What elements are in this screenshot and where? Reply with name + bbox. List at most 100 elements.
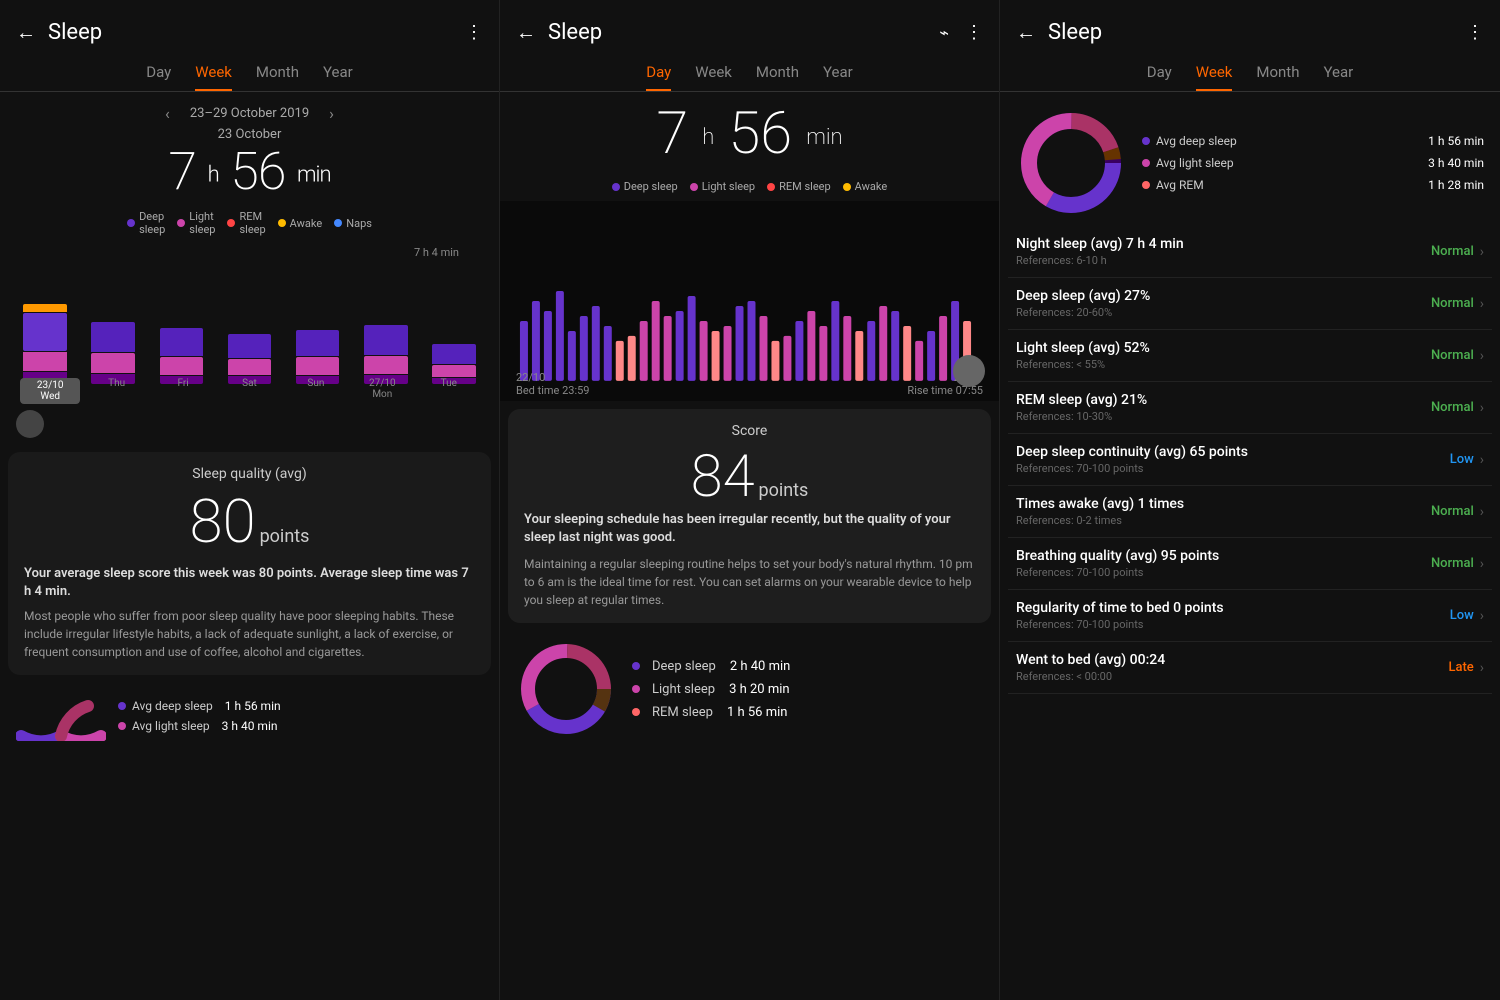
bar-5[interactable] <box>287 244 349 384</box>
p2-sleep-duration: 7 h 56 min <box>500 100 999 168</box>
dl-deep-dot <box>118 702 126 710</box>
metric-light-ref: References: < 55% <box>1016 358 1431 371</box>
p2-deep-dot <box>612 183 620 191</box>
legend-deep: Deepsleep <box>127 210 165 236</box>
slider-thumb[interactable] <box>16 410 44 438</box>
bed-time-label: 22/10Bed time 23:59 <box>516 371 590 397</box>
sleep-legend: Deepsleep Lightsleep REMsleep Awake Naps <box>0 202 499 244</box>
metric-rem-right: Normal › <box>1431 400 1484 416</box>
p3-light-val: 3 h 40 min <box>1428 156 1484 170</box>
prev-arrow[interactable]: ‹ <box>165 104 170 123</box>
metric-deep-sleep[interactable]: Deep sleep (avg) 27% References: 20-60% … <box>1008 278 1492 330</box>
date-label-5: Sun <box>286 378 346 404</box>
metric-reg-right: Low › <box>1450 608 1484 624</box>
p2-menu-icon[interactable]: ⋮ <box>965 22 983 43</box>
tab-day-p1[interactable]: Day <box>146 63 171 91</box>
p3-dl-light-inner: Avg light sleep <box>1142 156 1234 170</box>
bar-2[interactable] <box>82 244 144 384</box>
p2-dl-rem: REM sleep 1 h 56 min <box>632 705 790 720</box>
score-unit: points <box>260 526 310 547</box>
chevron-light: › <box>1480 348 1484 364</box>
metric-bedtime-right: Late › <box>1448 660 1484 676</box>
bar-1[interactable] <box>14 244 76 384</box>
light-label: Lightsleep <box>189 210 215 236</box>
metric-light-sleep[interactable]: Light sleep (avg) 52% References: < 55% … <box>1008 330 1492 382</box>
chevron-night: › <box>1480 244 1484 260</box>
tab-day-p3[interactable]: Day <box>1147 63 1172 91</box>
metric-deep-ref: References: 20-60% <box>1016 306 1431 319</box>
p3-title: Sleep <box>1048 20 1102 45</box>
score-main-text: Your average sleep score this week was 8… <box>24 565 475 601</box>
date-range: 23–29 October 2019 <box>190 106 309 121</box>
metric-light-title: Light sleep (avg) 52% <box>1016 340 1431 356</box>
metric-times-awake[interactable]: Times awake (avg) 1 times References: 0-… <box>1008 486 1492 538</box>
tab-year-p3[interactable]: Year <box>1323 63 1353 91</box>
metrics-list: Night sleep (avg) 7 h 4 min References: … <box>1000 226 1500 694</box>
metric-breathing[interactable]: Breathing quality (avg) 95 points Refere… <box>1008 538 1492 590</box>
sub-date: 23 October <box>0 127 499 142</box>
legend-rem: REMsleep <box>227 210 265 236</box>
chevron-rem: › <box>1480 400 1484 416</box>
metric-night-left: Night sleep (avg) 7 h 4 min References: … <box>1016 236 1431 267</box>
p3-menu-icon[interactable]: ⋮ <box>1466 22 1484 43</box>
back-button[interactable]: ← <box>16 20 36 45</box>
tab-week-p3[interactable]: Week <box>1196 63 1233 91</box>
p3-light-dot <box>1142 159 1150 167</box>
metric-regularity[interactable]: Regularity of time to bed 0 points Refer… <box>1008 590 1492 642</box>
awake-dot <box>278 219 286 227</box>
p2-legend-rem: REM sleep <box>767 180 831 193</box>
metric-bedtime-left: Went to bed (avg) 00:24 References: < 00… <box>1016 652 1448 683</box>
metric-deep-cont-right: Low › <box>1450 452 1484 468</box>
light-dot <box>177 219 185 227</box>
tab-day-p2[interactable]: Day <box>646 63 671 91</box>
metric-deep-cont[interactable]: Deep sleep continuity (avg) 65 points Re… <box>1008 434 1492 486</box>
tab-week-p2[interactable]: Week <box>695 63 732 91</box>
panel-day-detail: ← Sleep ⌁ ⋮ Day Week Month Year 7 h 56 m… <box>500 0 1000 1000</box>
metric-night-sleep[interactable]: Night sleep (avg) 7 h 4 min References: … <box>1008 226 1492 278</box>
minutes-unit: min <box>297 162 331 187</box>
drag-handle[interactable] <box>953 355 985 387</box>
metric-rem-left: REM sleep (avg) 21% References: 10-30% <box>1016 392 1431 423</box>
chevron-reg: › <box>1480 608 1484 624</box>
hours-value: 7 <box>168 141 196 202</box>
p2-legend-light: Light sleep <box>690 180 755 193</box>
bar-6[interactable] <box>355 244 417 384</box>
score-label: Sleep quality (avg) <box>24 466 475 482</box>
date-label-7: Tue <box>419 378 479 404</box>
bar-7[interactable] <box>423 244 485 384</box>
slider-indicator <box>0 404 499 444</box>
p2-awake-dot <box>843 183 851 191</box>
p3-deep-val: 1 h 56 min <box>1428 134 1484 148</box>
tab-year-p1[interactable]: Year <box>323 63 353 91</box>
tab-month-p1[interactable]: Month <box>256 63 299 91</box>
metric-rem-sleep[interactable]: REM sleep (avg) 21% References: 10-30% N… <box>1008 382 1492 434</box>
score-card: Sleep quality (avg) 80 points Your avera… <box>8 452 491 675</box>
chevron-bedtime: › <box>1480 660 1484 676</box>
bar-3[interactable] <box>150 244 212 384</box>
p3-header-right: ⋮ <box>1466 22 1484 43</box>
p3-back-button[interactable]: ← <box>1016 20 1036 45</box>
p3-header-left: ← Sleep <box>1016 20 1102 45</box>
metric-rem-status: Normal <box>1431 400 1474 415</box>
dl-deep: Avg deep sleep 1 h 56 min <box>118 699 281 713</box>
bars <box>10 244 489 384</box>
metric-light-status: Normal <box>1431 348 1474 363</box>
tab-year-p2[interactable]: Year <box>823 63 853 91</box>
sleep-chart: 22/10Bed time 23:59 23/10Rise time 07:55 <box>500 201 999 401</box>
menu-icon[interactable]: ⋮ <box>465 22 483 43</box>
tab-month-p3[interactable]: Month <box>1256 63 1299 91</box>
tab-month-p2[interactable]: Month <box>756 63 799 91</box>
p3-light-label: Avg light sleep <box>1156 156 1234 170</box>
p2-header-right: ⌁ ⋮ <box>939 22 983 43</box>
p3-dl-deep-inner: Avg deep sleep <box>1142 134 1237 148</box>
next-arrow[interactable]: › <box>329 104 334 123</box>
p2-back-button[interactable]: ← <box>516 20 536 45</box>
date-label-4: Sat <box>219 378 279 404</box>
bar-4[interactable] <box>218 244 280 384</box>
p2-minutes: 56 <box>728 100 792 168</box>
metric-bedtime[interactable]: Went to bed (avg) 00:24 References: < 00… <box>1008 642 1492 694</box>
p2-header-left: ← Sleep <box>516 20 602 45</box>
date-label-3: Fri <box>153 378 213 404</box>
tab-week-p1[interactable]: Week <box>195 63 232 91</box>
sync-icon[interactable]: ⌁ <box>939 23 949 42</box>
